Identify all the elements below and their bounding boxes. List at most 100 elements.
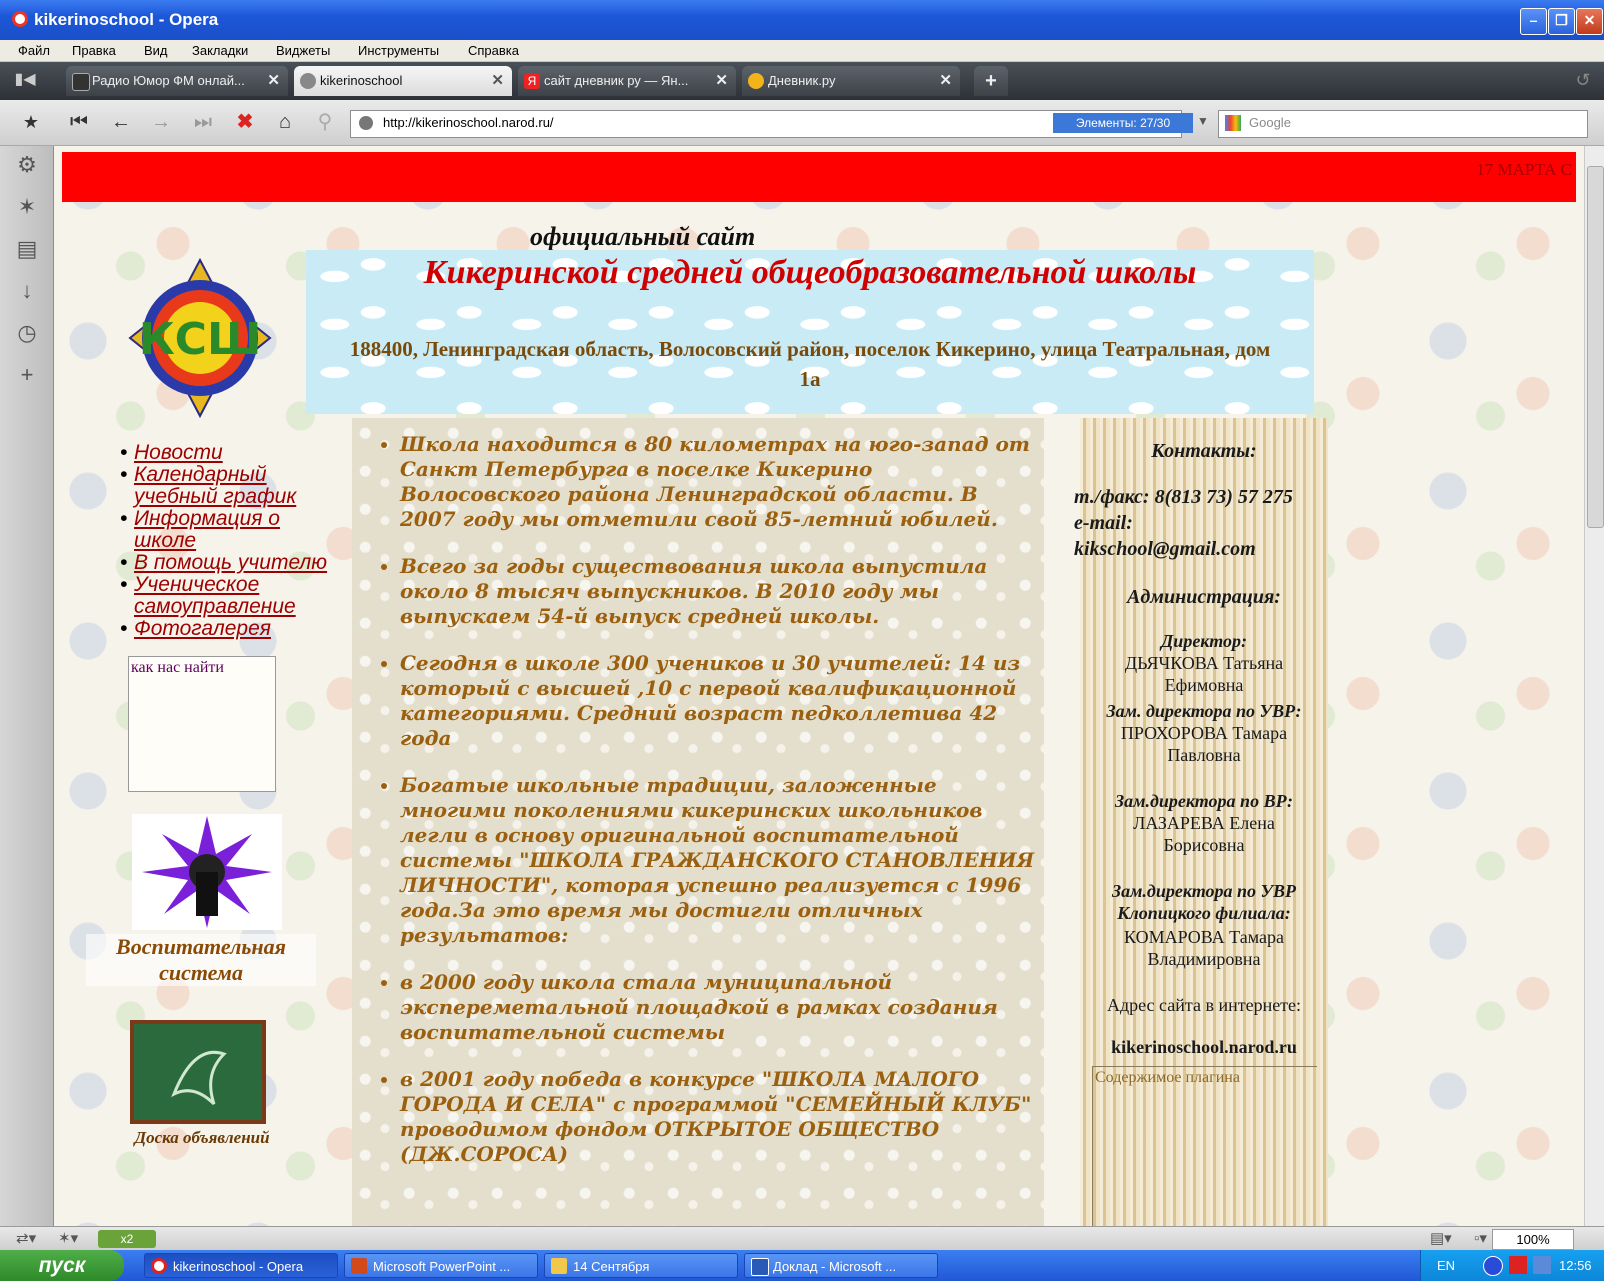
- site-address: kikerinoschool.narod.ru: [1111, 1037, 1297, 1057]
- tab-yandex[interactable]: Я сайт дневник ру — Ян... ✕: [518, 66, 736, 96]
- add-panel-icon[interactable]: +: [14, 362, 40, 388]
- nav-link-school-info[interactable]: Информация о школе: [114, 508, 334, 552]
- nav-link-calendar[interactable]: Календарный учебный график: [114, 464, 354, 508]
- find-us-frame[interactable]: как нас найти: [128, 656, 276, 792]
- history-icon[interactable]: ◷: [14, 320, 40, 346]
- web-page: 17 МАРТА С официальный сайт Кикеринской …: [54, 146, 1584, 1226]
- plugin-frame[interactable]: Содержимое плагина: [1092, 1066, 1317, 1226]
- trash-icon[interactable]: ↺: [1568, 66, 1598, 94]
- menu-bookmarks[interactable]: Закладки: [192, 43, 248, 58]
- view-icon[interactable]: ▤▾: [1430, 1229, 1452, 1247]
- tab-bar: ▮◀ Радио Юмор ФМ онлай... ✕ kikerinoscho…: [0, 62, 1604, 100]
- bookmark-icon[interactable]: ★: [16, 108, 46, 136]
- panel-toggle-icon[interactable]: ▮◀: [10, 66, 40, 94]
- menu-view[interactable]: Вид: [144, 43, 168, 58]
- tab-kikerinoschool[interactable]: kikerinoschool ✕: [294, 66, 512, 96]
- vertical-scrollbar[interactable]: [1584, 146, 1604, 1226]
- marquee-text: 17 МАРТА С: [1476, 160, 1572, 179]
- turbo-indicator[interactable]: x2: [98, 1230, 156, 1248]
- opera-logo-icon: [12, 11, 28, 27]
- address-field[interactable]: http://kikerinoschool.narod.ru/ Элементы…: [350, 110, 1209, 138]
- about-school-section: Школа находится в 80 километрах на юго-з…: [352, 418, 1044, 1226]
- elements-counter[interactable]: Элементы: 27/30: [1053, 113, 1193, 133]
- language-indicator[interactable]: EN: [1437, 1258, 1455, 1273]
- feeds-icon[interactable]: ✶: [14, 194, 40, 220]
- stop-icon[interactable]: ✖: [230, 108, 260, 136]
- zoom-level[interactable]: 100%: [1492, 1229, 1574, 1250]
- network-icon[interactable]: [1533, 1256, 1551, 1274]
- notice-board-image[interactable]: [130, 1020, 266, 1124]
- clock[interactable]: 12:56: [1559, 1258, 1592, 1273]
- tab-dnevnik[interactable]: Дневник.ру ✕: [742, 66, 960, 96]
- antivirus-icon[interactable]: [1509, 1256, 1527, 1274]
- taskbar-item-opera[interactable]: kikerinoschool - Opera: [144, 1253, 338, 1278]
- contact-phone: т./факс: 8(813 73) 57 275: [1074, 486, 1293, 508]
- window-title: kikerinoschool - Opera: [34, 10, 219, 29]
- director-name: ДЬЯЧКОВА Татьяна Ефимовна: [1124, 653, 1284, 695]
- rewind-icon[interactable]: ⏮: [64, 108, 94, 136]
- download-icon[interactable]: ↓: [14, 278, 40, 304]
- search-field[interactable]: Google: [1218, 110, 1588, 138]
- chevron-down-icon[interactable]: ▼: [1197, 114, 1209, 128]
- taskbar-item-powerpoint[interactable]: Microsoft PowerPoint ...: [344, 1253, 538, 1278]
- menu-file[interactable]: Файл: [18, 43, 50, 58]
- official-site-heading: официальный сайт: [530, 222, 756, 251]
- notes-icon[interactable]: ▤: [14, 236, 40, 262]
- plugin-placeholder: Содержимое плагина: [1095, 1069, 1240, 1086]
- red-banner: 17 МАРТА С: [62, 152, 1576, 202]
- close-tab-icon[interactable]: ✕: [939, 71, 952, 89]
- nav-link-news[interactable]: Новости: [114, 442, 294, 465]
- gear-icon[interactable]: ⚙: [14, 152, 40, 178]
- transfer-icon[interactable]: ⇄▾: [16, 1229, 36, 1247]
- education-system-image[interactable]: [132, 814, 282, 930]
- about-paragraph: Всего за годы существования школа выпуст…: [400, 554, 1038, 629]
- minimize-button[interactable]: –: [1520, 8, 1547, 35]
- menu-edit[interactable]: Правка: [72, 43, 116, 58]
- nav-link-self-government[interactable]: Ученическое самоуправление: [114, 574, 364, 618]
- forward-icon[interactable]: →: [146, 108, 176, 136]
- deputy1-name: ПРОХОРОВА Тамара Павловна: [1120, 723, 1288, 765]
- window-title-bar[interactable]: kikerinoschool - Opera – ❐ ✕: [0, 0, 1604, 40]
- system-tray: EN 12:56: [1420, 1250, 1604, 1281]
- close-tab-icon[interactable]: ✕: [267, 71, 280, 89]
- scrollbar-thumb[interactable]: [1587, 166, 1604, 528]
- page-icon[interactable]: ▫▾: [1474, 1229, 1487, 1247]
- globe-icon: [300, 73, 316, 89]
- contact-email: kikschool@gmail.com: [1074, 538, 1256, 560]
- deputy2-role: Зам.директора по ВР:: [1114, 791, 1294, 811]
- tray-arrow-icon[interactable]: [1483, 1256, 1503, 1276]
- about-paragraph: Богатые школьные традиции, заложенные мн…: [400, 773, 1038, 948]
- side-panel: ⚙ ✶ ▤ ↓ ◷ +: [0, 146, 54, 1226]
- wand-icon[interactable]: ⚲: [310, 108, 340, 136]
- navigation-toolbar: ★ ⏮ ← → ⏭ ✖ ⌂ ⚲ http://kikerinoschool.na…: [0, 100, 1604, 146]
- close-tab-icon[interactable]: ✕: [491, 71, 504, 89]
- globe-icon: [359, 116, 373, 130]
- menu-tools[interactable]: Инструменты: [358, 43, 439, 58]
- taskbar-item-folder[interactable]: 14 Сентября: [544, 1253, 738, 1278]
- sync-icon[interactable]: ✶▾: [58, 1229, 78, 1247]
- close-window-button[interactable]: ✕: [1576, 8, 1603, 35]
- nav-link-photo-gallery[interactable]: Фотогалерея: [114, 618, 354, 641]
- notice-board-label[interactable]: Доска объявлений: [112, 1128, 292, 1148]
- about-paragraph: Сегодня в школе 300 учеников и 30 учител…: [400, 651, 1038, 751]
- start-button[interactable]: пуск: [0, 1250, 124, 1281]
- school-name: Кикеринской средней общеобразовательной …: [423, 254, 1197, 291]
- taskbar-item-word[interactable]: Доклад - Microsoft ...: [744, 1253, 938, 1278]
- tab-radio[interactable]: Радио Юмор ФМ онлай... ✕: [66, 66, 288, 96]
- maximize-button[interactable]: ❐: [1548, 8, 1575, 35]
- new-tab-button[interactable]: +: [974, 66, 1008, 96]
- menu-help[interactable]: Справка: [468, 43, 519, 58]
- menu-widgets[interactable]: Виджеты: [276, 43, 330, 58]
- windows-taskbar: пуск kikerinoschool - Opera Microsoft Po…: [0, 1250, 1604, 1281]
- fast-forward-icon[interactable]: ⏭: [188, 108, 218, 136]
- opera-icon: [151, 1258, 167, 1274]
- close-tab-icon[interactable]: ✕: [715, 71, 728, 89]
- deputy1-role: Зам. директора по УВР:: [1106, 701, 1302, 721]
- school-address: 188400, Ленинградская область, Волосовск…: [349, 337, 1271, 391]
- contacts-title: Контакты:: [1151, 440, 1257, 462]
- about-paragraph: в 2001 году победа в конкурсе "ШКОЛА МАЛ…: [400, 1067, 1038, 1167]
- home-icon[interactable]: ⌂: [270, 108, 300, 136]
- back-icon[interactable]: ←: [106, 108, 136, 136]
- contacts-section: Контакты: т./факс: 8(813 73) 57 275 e-ma…: [1074, 418, 1328, 1226]
- education-system-label[interactable]: Воспитательная система: [86, 934, 316, 986]
